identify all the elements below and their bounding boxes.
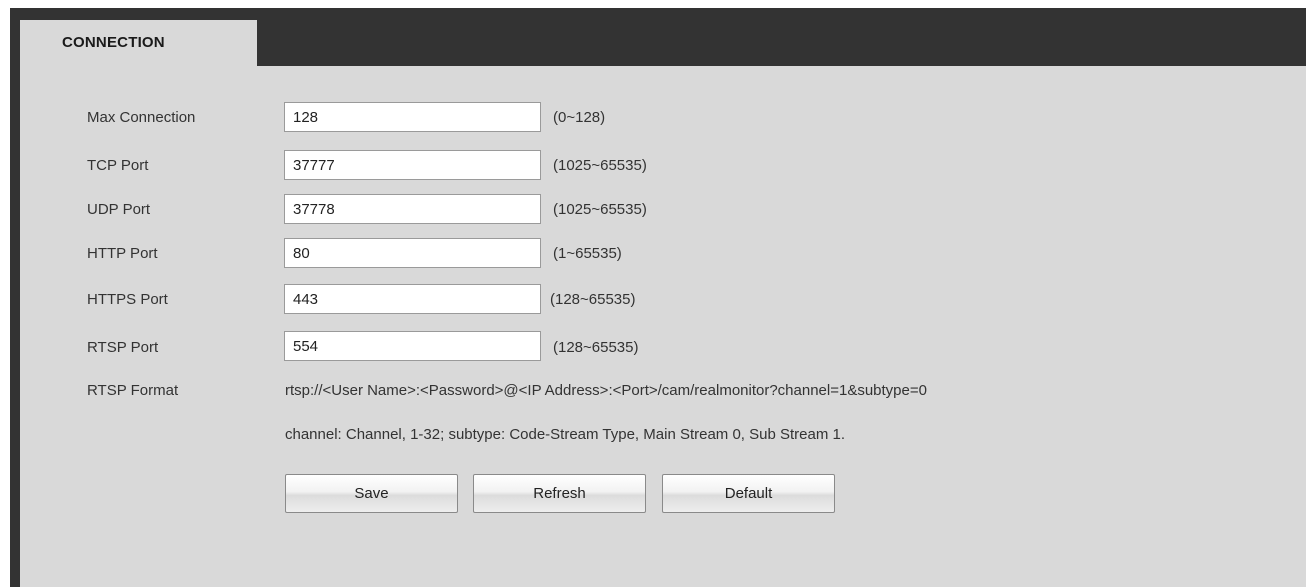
http-port-range: (1~65535) [553, 245, 622, 262]
max-connection-label: Max Connection [87, 109, 196, 126]
rtsp-format-url: rtsp://<User Name>:<Password>@<IP Addres… [285, 382, 927, 399]
rtsp-port-label: RTSP Port [87, 339, 159, 356]
udp-port-label: UDP Port [87, 201, 151, 218]
save-button[interactable]: Save [285, 474, 458, 513]
tab-connection[interactable]: CONNECTION [20, 20, 257, 67]
rtsp-port-input[interactable] [284, 331, 541, 361]
http-port-input[interactable] [284, 238, 541, 268]
default-button[interactable]: Default [662, 474, 835, 513]
https-port-range: (128~65535) [550, 291, 636, 308]
udp-port-range: (1025~65535) [553, 201, 647, 218]
https-port-input[interactable] [284, 284, 541, 314]
tcp-port-label: TCP Port [87, 157, 149, 174]
rtsp-format-note: channel: Channel, 1-32; subtype: Code-St… [285, 426, 846, 443]
tcp-port-input[interactable] [284, 150, 541, 180]
tcp-port-range: (1025~65535) [553, 157, 647, 174]
rtsp-port-range: (128~65535) [553, 339, 639, 356]
https-port-label: HTTPS Port [87, 291, 168, 308]
rtsp-format-label: RTSP Format [87, 382, 179, 399]
max-connection-input[interactable] [284, 102, 541, 132]
refresh-button[interactable]: Refresh [473, 474, 646, 513]
http-port-label: HTTP Port [87, 245, 158, 262]
udp-port-input[interactable] [284, 194, 541, 224]
max-connection-range: (0~128) [553, 109, 606, 126]
